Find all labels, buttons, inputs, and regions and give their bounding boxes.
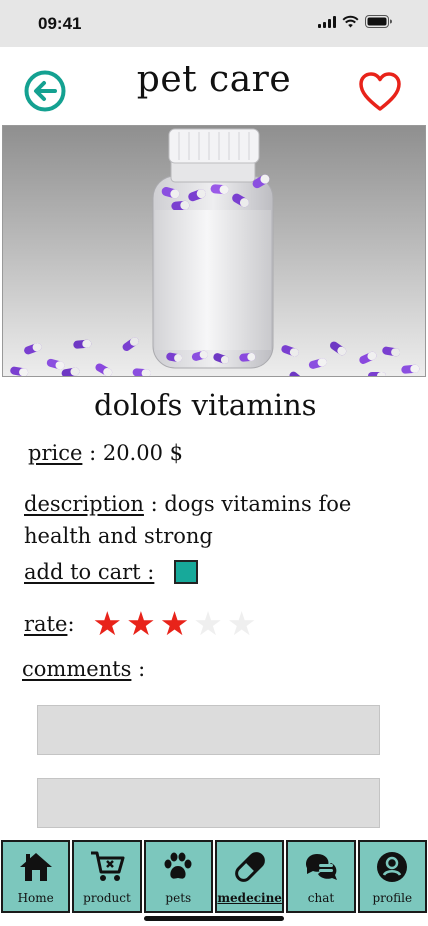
description-row: description : dogs vitamins foe health a… [24,488,414,552]
comments-label: comments [22,657,132,681]
vitamin-bottle-image [3,126,425,376]
nav-label: medecine [217,891,282,905]
bottom-nav: Home product pets medecine chat profile [0,840,428,913]
product-name: dolofs vitamins [94,388,317,422]
comment-box[interactable] [37,778,380,828]
status-time: 09:41 [38,14,82,33]
paw-icon [158,848,198,886]
nav-label: profile [372,891,413,905]
rate-label: rate [24,611,68,636]
status-icons [318,15,392,28]
price-row: price : 20.00 $ [28,441,183,465]
chat-icon [301,848,341,886]
rate-row: rate : ★ ★ ★ ★ ★ [24,607,256,640]
signal-icon [318,15,336,28]
cart-icon [87,848,127,886]
comment-box[interactable] [37,705,380,755]
price-value: 20.00 $ [102,441,183,465]
star-icon[interactable]: ★ [160,607,190,640]
nav-item-product[interactable]: product [72,840,142,913]
star-icon[interactable]: ★ [193,607,223,640]
star-icon[interactable]: ★ [227,607,257,640]
pill-icon [230,848,270,886]
product-image [2,125,426,377]
home-indicator [144,916,284,921]
description-label: description [24,492,144,516]
nav-label: Home [17,891,54,905]
nav-item-medecine[interactable]: medecine [214,840,285,913]
nav-item-chat[interactable]: chat [286,840,356,913]
comments-separator: : [131,657,146,681]
price-separator: : [82,441,103,465]
comments-row: comments : [22,657,145,681]
rate-separator: : [67,611,75,636]
heart-icon [359,72,401,111]
add-to-cart-label: add to cart : [24,560,155,584]
nav-label: pets [165,891,192,905]
nav-item-home[interactable]: Home [1,840,71,913]
status-bar: 09:41 [0,0,428,47]
star-icon[interactable]: ★ [93,607,123,640]
nav-item-profile[interactable]: profile [357,840,427,913]
favorite-button[interactable] [358,71,402,113]
add-to-cart-row: add to cart : [24,560,199,584]
header: pet care [0,47,428,125]
battery-icon [365,15,392,28]
house-icon [16,848,56,886]
price-label: price [28,441,83,465]
nav-item-pets[interactable]: pets [143,840,213,913]
nav-label: product [83,891,131,905]
rating-stars[interactable]: ★ ★ ★ ★ ★ [93,607,257,640]
user-icon [372,848,412,886]
nav-label: chat [307,891,335,905]
wifi-icon [342,15,359,28]
star-icon[interactable]: ★ [126,607,156,640]
add-to-cart-checkbox[interactable] [174,560,199,584]
